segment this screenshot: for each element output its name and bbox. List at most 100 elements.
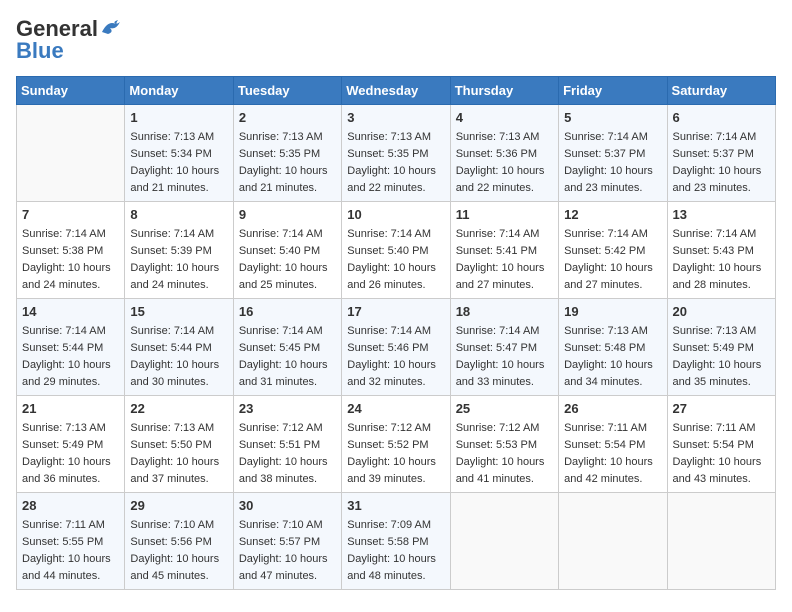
day-number: 17 [347, 303, 444, 321]
day-info: Sunrise: 7:14 AM Sunset: 5:44 PM Dayligh… [22, 325, 111, 388]
day-info: Sunrise: 7:14 AM Sunset: 5:39 PM Dayligh… [130, 228, 219, 291]
day-info: Sunrise: 7:14 AM Sunset: 5:46 PM Dayligh… [347, 325, 436, 388]
day-cell-6: 6Sunrise: 7:14 AM Sunset: 5:37 PM Daylig… [667, 105, 775, 202]
logo-blue: Blue [16, 38, 64, 64]
weekday-header-saturday: Saturday [667, 77, 775, 105]
day-cell-14: 14 Sunrise: 7:14 AM Sunset: 5:44 PM Dayli… [17, 298, 125, 395]
day-number: 13 [673, 206, 770, 224]
week-row-2: 14 Sunrise: 7:14 AM Sunset: 5:44 PM Dayli… [17, 298, 776, 395]
day-cell-18: 18Sunrise: 7:14 AM Sunset: 5:47 PM Dayli… [450, 298, 558, 395]
day-cell-16: 16 Sunrise: 7:14 AM Sunset: 5:45 PM Dayli… [233, 298, 341, 395]
day-cell-10: 10 Sunrise: 7:14 AM Sunset: 5:40 PM Dayli… [342, 201, 450, 298]
week-row-3: 21 Sunrise: 7:13 AM Sunset: 5:49 PM Dayli… [17, 395, 776, 492]
day-number: 14 [22, 303, 119, 321]
day-cell-28: 28Sunrise: 7:11 AM Sunset: 5:55 PM Dayli… [17, 492, 125, 589]
day-cell-7: 7 Sunrise: 7:14 AM Sunset: 5:38 PM Daylig… [17, 201, 125, 298]
day-number: 4 [456, 109, 553, 127]
day-number: 5 [564, 109, 661, 127]
day-number: 10 [347, 206, 444, 224]
day-info: Sunrise: 7:12 AM Sunset: 5:51 PM Dayligh… [239, 422, 328, 485]
day-info: Sunrise: 7:13 AM Sunset: 5:49 PM Dayligh… [22, 422, 111, 485]
day-cell-8: 8 Sunrise: 7:14 AM Sunset: 5:39 PM Daylig… [125, 201, 233, 298]
day-cell-11: 11 Sunrise: 7:14 AM Sunset: 5:41 PM Dayli… [450, 201, 558, 298]
day-info: Sunrise: 7:14 AM Sunset: 5:44 PM Dayligh… [130, 325, 219, 388]
empty-cell [667, 492, 775, 589]
day-info: Sunrise: 7:13 AM Sunset: 5:35 PM Dayligh… [239, 131, 328, 194]
weekday-header-friday: Friday [559, 77, 667, 105]
day-number: 18 [456, 303, 553, 321]
day-cell-13: 13 Sunrise: 7:14 AM Sunset: 5:43 PM Dayli… [667, 201, 775, 298]
day-cell-4: 4Sunrise: 7:13 AM Sunset: 5:36 PM Daylig… [450, 105, 558, 202]
day-number: 29 [130, 497, 227, 515]
day-number: 30 [239, 497, 336, 515]
day-number: 2 [239, 109, 336, 127]
day-cell-19: 19 Sunrise: 7:13 AM Sunset: 5:48 PM Dayli… [559, 298, 667, 395]
day-info: Sunrise: 7:13 AM Sunset: 5:49 PM Dayligh… [673, 325, 762, 388]
weekday-header-thursday: Thursday [450, 77, 558, 105]
empty-cell [450, 492, 558, 589]
day-info: Sunrise: 7:13 AM Sunset: 5:34 PM Dayligh… [130, 131, 219, 194]
day-cell-22: 22Sunrise: 7:13 AM Sunset: 5:50 PM Dayli… [125, 395, 233, 492]
week-row-4: 28Sunrise: 7:11 AM Sunset: 5:55 PM Dayli… [17, 492, 776, 589]
day-cell-25: 25 Sunrise: 7:12 AM Sunset: 5:53 PM Dayli… [450, 395, 558, 492]
logo-bird-icon [100, 18, 122, 36]
day-number: 26 [564, 400, 661, 418]
day-cell-1: 1Sunrise: 7:13 AM Sunset: 5:34 PM Daylig… [125, 105, 233, 202]
day-number: 24 [347, 400, 444, 418]
day-info: Sunrise: 7:10 AM Sunset: 5:57 PM Dayligh… [239, 519, 328, 582]
calendar-header-row: SundayMondayTuesdayWednesdayThursdayFrid… [17, 77, 776, 105]
day-number: 20 [673, 303, 770, 321]
day-cell-26: 26 Sunrise: 7:11 AM Sunset: 5:54 PM Dayli… [559, 395, 667, 492]
day-cell-29: 29 Sunrise: 7:10 AM Sunset: 5:56 PM Dayli… [125, 492, 233, 589]
page-header: General Blue [16, 16, 776, 64]
day-number: 23 [239, 400, 336, 418]
day-number: 19 [564, 303, 661, 321]
day-number: 22 [130, 400, 227, 418]
day-info: Sunrise: 7:10 AM Sunset: 5:56 PM Dayligh… [130, 519, 219, 582]
day-info: Sunrise: 7:11 AM Sunset: 5:54 PM Dayligh… [673, 422, 762, 485]
weekday-header-wednesday: Wednesday [342, 77, 450, 105]
weekday-header-tuesday: Tuesday [233, 77, 341, 105]
day-cell-23: 23 Sunrise: 7:12 AM Sunset: 5:51 PM Dayli… [233, 395, 341, 492]
day-cell-27: 27 Sunrise: 7:11 AM Sunset: 5:54 PM Dayli… [667, 395, 775, 492]
day-cell-9: 9 Sunrise: 7:14 AM Sunset: 5:40 PM Daylig… [233, 201, 341, 298]
day-number: 21 [22, 400, 119, 418]
day-number: 6 [673, 109, 770, 127]
day-cell-17: 17 Sunrise: 7:14 AM Sunset: 5:46 PM Dayli… [342, 298, 450, 395]
day-info: Sunrise: 7:13 AM Sunset: 5:35 PM Dayligh… [347, 131, 436, 194]
day-info: Sunrise: 7:14 AM Sunset: 5:45 PM Dayligh… [239, 325, 328, 388]
day-info: Sunrise: 7:13 AM Sunset: 5:48 PM Dayligh… [564, 325, 653, 388]
day-number: 7 [22, 206, 119, 224]
day-cell-3: 3Sunrise: 7:13 AM Sunset: 5:35 PM Daylig… [342, 105, 450, 202]
day-info: Sunrise: 7:14 AM Sunset: 5:41 PM Dayligh… [456, 228, 545, 291]
day-number: 16 [239, 303, 336, 321]
day-info: Sunrise: 7:09 AM Sunset: 5:58 PM Dayligh… [347, 519, 436, 582]
day-cell-15: 15 Sunrise: 7:14 AM Sunset: 5:44 PM Dayli… [125, 298, 233, 395]
weekday-header-monday: Monday [125, 77, 233, 105]
empty-cell [559, 492, 667, 589]
day-cell-30: 30 Sunrise: 7:10 AM Sunset: 5:57 PM Dayli… [233, 492, 341, 589]
day-number: 25 [456, 400, 553, 418]
day-cell-21: 21 Sunrise: 7:13 AM Sunset: 5:49 PM Dayli… [17, 395, 125, 492]
day-info: Sunrise: 7:14 AM Sunset: 5:40 PM Dayligh… [347, 228, 436, 291]
week-row-0: 1Sunrise: 7:13 AM Sunset: 5:34 PM Daylig… [17, 105, 776, 202]
day-number: 15 [130, 303, 227, 321]
day-number: 8 [130, 206, 227, 224]
day-number: 27 [673, 400, 770, 418]
day-info: Sunrise: 7:11 AM Sunset: 5:54 PM Dayligh… [564, 422, 653, 485]
day-cell-24: 24Sunrise: 7:12 AM Sunset: 5:52 PM Dayli… [342, 395, 450, 492]
empty-cell [17, 105, 125, 202]
day-number: 9 [239, 206, 336, 224]
day-info: Sunrise: 7:14 AM Sunset: 5:42 PM Dayligh… [564, 228, 653, 291]
day-number: 11 [456, 206, 553, 224]
day-info: Sunrise: 7:14 AM Sunset: 5:38 PM Dayligh… [22, 228, 111, 291]
day-info: Sunrise: 7:14 AM Sunset: 5:40 PM Dayligh… [239, 228, 328, 291]
calendar-table: SundayMondayTuesdayWednesdayThursdayFrid… [16, 76, 776, 590]
day-cell-5: 5Sunrise: 7:14 AM Sunset: 5:37 PM Daylig… [559, 105, 667, 202]
day-info: Sunrise: 7:14 AM Sunset: 5:43 PM Dayligh… [673, 228, 762, 291]
day-cell-12: 12Sunrise: 7:14 AM Sunset: 5:42 PM Dayli… [559, 201, 667, 298]
day-number: 28 [22, 497, 119, 515]
day-info: Sunrise: 7:12 AM Sunset: 5:53 PM Dayligh… [456, 422, 545, 485]
logo: General Blue [16, 16, 122, 64]
day-cell-31: 31Sunrise: 7:09 AM Sunset: 5:58 PM Dayli… [342, 492, 450, 589]
